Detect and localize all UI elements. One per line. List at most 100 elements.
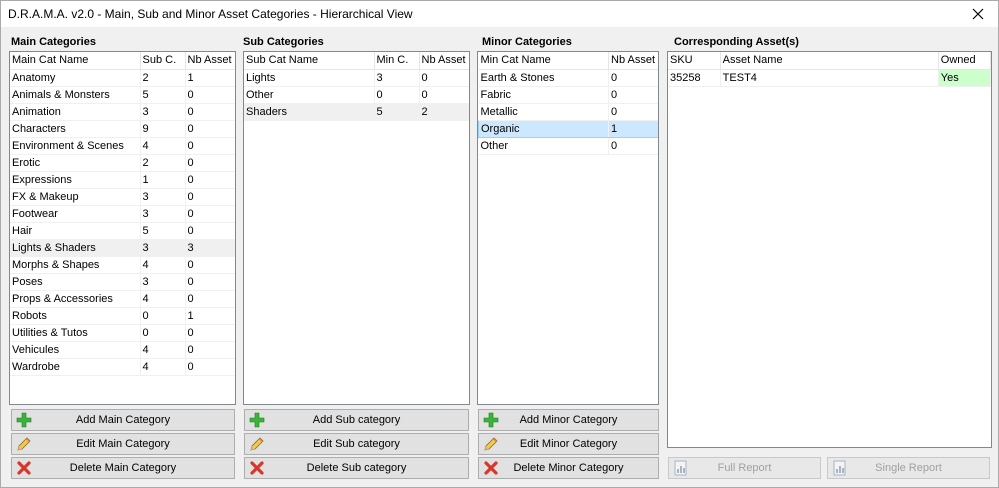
close-button[interactable] (958, 1, 998, 27)
add-minor-category-label: Add Minor Category (519, 414, 618, 426)
table-row[interactable]: 35258 TEST4 Yes (668, 69, 991, 87)
table-row[interactable]: Anatomy 2 1 (10, 69, 235, 87)
table-cell: 4 (140, 137, 186, 155)
table-row[interactable]: Morphs & Shapes 4 0 (10, 256, 235, 274)
main-categories-label: Main Categories (11, 36, 96, 48)
table-row[interactable]: Hair 5 0 (10, 222, 235, 240)
table-cell: 0 (185, 273, 235, 291)
column-header[interactable]: Nb Asset (419, 52, 469, 70)
table-cell: Lights (244, 69, 375, 87)
table-cell: 0 (185, 222, 235, 240)
table-cell: FX & Makeup (10, 188, 141, 206)
table-row[interactable]: Other 0 0 (244, 86, 469, 104)
table-cell: Animation (10, 103, 141, 121)
column-header[interactable]: Min C. (374, 52, 420, 70)
column-header[interactable]: Asset Name (720, 52, 939, 70)
full-report-label: Full Report (717, 462, 772, 474)
table-cell: 4 (140, 290, 186, 308)
column-header[interactable]: Min Cat Name (478, 52, 609, 70)
table-cell: Lights & Shaders (10, 239, 141, 257)
table-cell: 1 (185, 307, 235, 325)
plus-icon (16, 412, 32, 428)
report-chart-icon (833, 460, 846, 476)
table-cell: 0 (185, 256, 235, 274)
column-header[interactable]: Nb Asset (608, 52, 658, 70)
table-row[interactable]: Animation 3 0 (10, 103, 235, 121)
column-header[interactable]: Owned (938, 52, 991, 70)
table-cell: Vehicules (10, 341, 141, 359)
delete-minor-category-button[interactable]: Delete Minor Category (478, 457, 659, 479)
table-cell: 0 (419, 86, 469, 104)
table-row[interactable]: Footwear 3 0 (10, 205, 235, 223)
column-header[interactable]: Nb Asset (185, 52, 235, 70)
table-cell: 9 (140, 120, 186, 138)
table-row[interactable]: Poses 3 0 (10, 273, 235, 291)
table-row[interactable]: Fabric 0 (478, 86, 658, 104)
table-cell: 3 (140, 239, 186, 257)
add-sub-category-button[interactable]: Add Sub category (244, 409, 469, 431)
table-cell: Hair (10, 222, 141, 240)
minor-categories-label: Minor Categories (482, 36, 572, 48)
table-cell: 0 (419, 69, 469, 87)
edit-minor-category-button[interactable]: Edit Minor Category (478, 433, 659, 455)
column-header[interactable]: Main Cat Name (10, 52, 141, 70)
table-row[interactable]: Characters 9 0 (10, 120, 235, 138)
table-cell: Organic (478, 119, 609, 138)
table-row[interactable]: Robots 0 1 (10, 307, 235, 325)
table-cell: 1 (140, 171, 186, 189)
table-cell: 0 (608, 103, 658, 121)
table-row[interactable]: Props & Accessories 4 0 (10, 290, 235, 308)
table-row[interactable]: Utilities & Tutos 0 0 (10, 324, 235, 342)
table-row[interactable]: Other 0 (478, 137, 658, 155)
table-row[interactable]: Lights 3 0 (244, 69, 469, 87)
add-minor-category-button[interactable]: Add Minor Category (478, 409, 659, 431)
table-row[interactable]: Earth & Stones 0 (478, 69, 658, 87)
table-row[interactable]: Shaders 5 2 (244, 103, 469, 121)
table-cell: 2 (419, 103, 469, 121)
table-row[interactable]: Animals & Monsters 5 0 (10, 86, 235, 104)
edit-main-category-button[interactable]: Edit Main Category (11, 433, 235, 455)
table-row[interactable]: FX & Makeup 3 0 (10, 188, 235, 206)
minor-categories-grid[interactable]: Min Cat Name Nb Asset Earth & Stones 0 Fabri… (477, 51, 659, 405)
add-main-category-button[interactable]: Add Main Category (11, 409, 235, 431)
column-header[interactable]: Sub C. (140, 52, 186, 70)
table-row[interactable]: Erotic 2 0 (10, 154, 235, 172)
single-report-button[interactable]: Single Report (827, 457, 990, 479)
table-cell: 2 (140, 69, 186, 87)
table-cell: 3 (140, 205, 186, 223)
main-categories-table: Main Cat Name Sub C. Nb Asset Anatomy 2 1 Anim… (10, 52, 235, 376)
table-cell: Fabric (478, 86, 609, 104)
table-cell: 0 (185, 103, 235, 121)
table-cell: 5 (374, 103, 420, 121)
table-row[interactable]: Expressions 1 0 (10, 171, 235, 189)
delete-main-category-button[interactable]: Delete Main Category (11, 457, 235, 479)
table-cell: 4 (140, 256, 186, 274)
table-cell: Earth & Stones (478, 69, 609, 87)
header-row: Min Cat Name Nb Asset (478, 52, 658, 70)
table-cell: 0 (185, 324, 235, 342)
table-row[interactable]: Vehicules 4 0 (10, 341, 235, 359)
header-row: Main Cat Name Sub C. Nb Asset (10, 52, 235, 70)
table-cell: 1 (608, 119, 658, 138)
table-cell: Other (478, 137, 609, 155)
table-cell: Utilities & Tutos (10, 324, 141, 342)
minor-categories-table: Min Cat Name Nb Asset Earth & Stones 0 Fabri… (478, 52, 658, 155)
table-cell: 3 (185, 239, 235, 257)
full-report-button[interactable]: Full Report (668, 457, 821, 479)
table-row[interactable]: Organic 1 (478, 119, 658, 138)
table-cell: 0 (185, 188, 235, 206)
table-cell: 3 (140, 103, 186, 121)
table-row[interactable]: Environment & Scenes 4 0 (10, 137, 235, 155)
edit-sub-category-button[interactable]: Edit Sub category (244, 433, 469, 455)
main-categories-grid[interactable]: Main Cat Name Sub C. Nb Asset Anatomy 2 1 Anim… (9, 51, 236, 405)
assets-grid[interactable]: SKU Asset Name Owned 35258 TEST4 Yes (667, 51, 992, 448)
table-cell: 4 (140, 341, 186, 359)
table-cell: Wardrobe (10, 358, 141, 376)
table-row[interactable]: Wardrobe 4 0 (10, 358, 235, 376)
column-header[interactable]: SKU (668, 52, 721, 70)
column-header[interactable]: Sub Cat Name (244, 52, 375, 70)
delete-sub-category-button[interactable]: Delete Sub category (244, 457, 469, 479)
sub-categories-grid[interactable]: Sub Cat Name Min C. Nb Asset Lights 3 0 Other 0… (243, 51, 470, 405)
table-row[interactable]: Lights & Shaders 3 3 (10, 239, 235, 257)
table-row[interactable]: Metallic 0 (478, 103, 658, 121)
